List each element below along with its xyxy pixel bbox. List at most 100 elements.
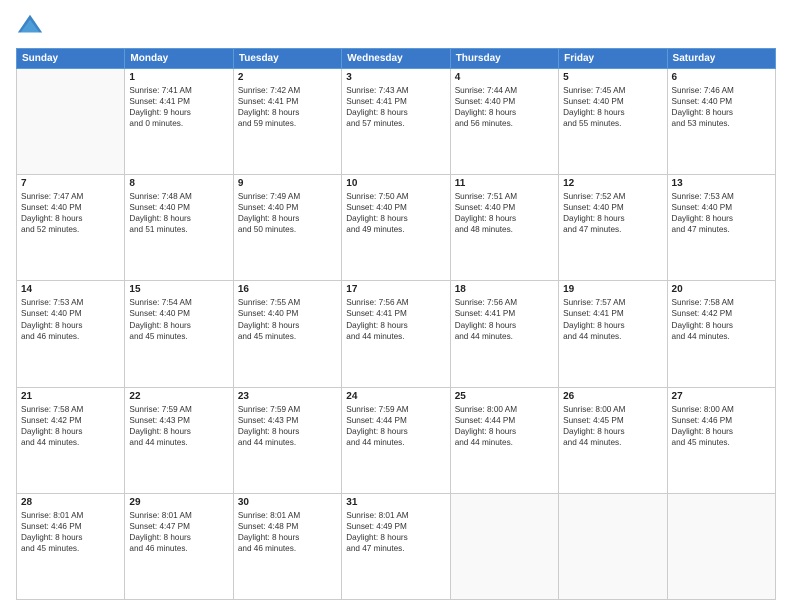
day-info: Sunrise: 8:01 AMSunset: 4:46 PMDaylight:… xyxy=(21,510,120,554)
day-number: 31 xyxy=(346,497,445,508)
day-number: 14 xyxy=(21,284,120,295)
day-info: Sunrise: 8:00 AMSunset: 4:45 PMDaylight:… xyxy=(563,404,662,448)
day-cell: 3Sunrise: 7:43 AMSunset: 4:41 PMDaylight… xyxy=(342,69,450,175)
day-cell: 7 Sunrise: 7:47 AMSunset: 4:40 PMDaylight… xyxy=(17,175,125,281)
day-info: Sunrise: 8:01 AMSunset: 4:47 PMDaylight:… xyxy=(129,510,228,554)
header-thursday: Thursday xyxy=(450,49,558,69)
day-number: 7 xyxy=(21,178,120,189)
day-number: 19 xyxy=(563,284,662,295)
day-info: Sunrise: 8:00 AMSunset: 4:44 PMDaylight:… xyxy=(455,404,554,448)
header xyxy=(16,12,776,40)
week-row-1: 7 Sunrise: 7:47 AMSunset: 4:40 PMDaylight… xyxy=(17,175,776,281)
day-number: 22 xyxy=(129,391,228,402)
day-number: 21 xyxy=(21,391,120,402)
day-cell: 21 Sunrise: 7:58 AMSunset: 4:42 PMDayligh… xyxy=(17,387,125,493)
day-info: Sunrise: 7:51 AMSunset: 4:40 PMDaylight:… xyxy=(455,191,554,235)
header-sunday: Sunday xyxy=(17,49,125,69)
day-info: Sunrise: 7:42 AMSunset: 4:41 PMDaylight:… xyxy=(238,85,337,129)
day-info: Sunrise: 7:58 AMSunset: 4:42 PMDaylight:… xyxy=(21,404,120,448)
day-info: Sunrise: 7:57 AMSunset: 4:41 PMDaylight:… xyxy=(563,297,662,341)
day-info: Sunrise: 7:47 AMSunset: 4:40 PMDaylight:… xyxy=(21,191,120,235)
day-cell: 1 Sunrise: 7:41 AMSunset: 4:41 PMDaylight… xyxy=(125,69,233,175)
day-cell: 8Sunrise: 7:48 AMSunset: 4:40 PMDaylight… xyxy=(125,175,233,281)
day-cell: 11 Sunrise: 7:51 AMSunset: 4:40 PMDayligh… xyxy=(450,175,558,281)
day-info: Sunrise: 7:53 AMSunset: 4:40 PMDaylight:… xyxy=(672,191,771,235)
header-saturday: Saturday xyxy=(667,49,775,69)
day-cell: 20Sunrise: 7:58 AMSunset: 4:42 PMDayligh… xyxy=(667,281,775,387)
day-info: Sunrise: 7:46 AMSunset: 4:40 PMDaylight:… xyxy=(672,85,771,129)
day-cell: 23Sunrise: 7:59 AMSunset: 4:43 PMDayligh… xyxy=(233,387,341,493)
day-cell: 14 Sunrise: 7:53 AMSunset: 4:40 PMDayligh… xyxy=(17,281,125,387)
calendar-table: SundayMondayTuesdayWednesdayThursdayFrid… xyxy=(16,48,776,600)
day-cell: 6 Sunrise: 7:46 AMSunset: 4:40 PMDaylight… xyxy=(667,69,775,175)
day-number: 29 xyxy=(129,497,228,508)
day-cell: 2 Sunrise: 7:42 AMSunset: 4:41 PMDaylight… xyxy=(233,69,341,175)
calendar-header-row: SundayMondayTuesdayWednesdayThursdayFrid… xyxy=(17,49,776,69)
day-number: 1 xyxy=(129,72,228,83)
week-row-4: 28 Sunrise: 8:01 AMSunset: 4:46 PMDayligh… xyxy=(17,493,776,599)
day-info: Sunrise: 7:49 AMSunset: 4:40 PMDaylight:… xyxy=(238,191,337,235)
day-cell: 9Sunrise: 7:49 AMSunset: 4:40 PMDaylight… xyxy=(233,175,341,281)
day-number: 26 xyxy=(563,391,662,402)
day-cell xyxy=(667,493,775,599)
day-cell xyxy=(17,69,125,175)
day-cell: 5 Sunrise: 7:45 AMSunset: 4:40 PMDaylight… xyxy=(559,69,667,175)
day-info: Sunrise: 7:52 AMSunset: 4:40 PMDaylight:… xyxy=(563,191,662,235)
day-number: 11 xyxy=(455,178,554,189)
day-number: 18 xyxy=(455,284,554,295)
day-cell: 22 Sunrise: 7:59 AMSunset: 4:43 PMDayligh… xyxy=(125,387,233,493)
day-number: 24 xyxy=(346,391,445,402)
day-cell: 28 Sunrise: 8:01 AMSunset: 4:46 PMDayligh… xyxy=(17,493,125,599)
day-number: 5 xyxy=(563,72,662,83)
day-number: 12 xyxy=(563,178,662,189)
day-info: Sunrise: 7:56 AMSunset: 4:41 PMDaylight:… xyxy=(346,297,445,341)
day-cell: 29 Sunrise: 8:01 AMSunset: 4:47 PMDayligh… xyxy=(125,493,233,599)
day-cell: 19 Sunrise: 7:57 AMSunset: 4:41 PMDayligh… xyxy=(559,281,667,387)
header-wednesday: Wednesday xyxy=(342,49,450,69)
day-info: Sunrise: 7:44 AMSunset: 4:40 PMDaylight:… xyxy=(455,85,554,129)
day-cell: 16Sunrise: 7:55 AMSunset: 4:40 PMDayligh… xyxy=(233,281,341,387)
day-info: Sunrise: 7:59 AMSunset: 4:44 PMDaylight:… xyxy=(346,404,445,448)
page: SundayMondayTuesdayWednesdayThursdayFrid… xyxy=(0,0,792,612)
day-info: Sunrise: 7:41 AMSunset: 4:41 PMDaylight:… xyxy=(129,85,228,129)
header-monday: Monday xyxy=(125,49,233,69)
day-cell: 24 Sunrise: 7:59 AMSunset: 4:44 PMDayligh… xyxy=(342,387,450,493)
day-cell: 4 Sunrise: 7:44 AMSunset: 4:40 PMDaylight… xyxy=(450,69,558,175)
week-row-2: 14 Sunrise: 7:53 AMSunset: 4:40 PMDayligh… xyxy=(17,281,776,387)
day-number: 6 xyxy=(672,72,771,83)
day-info: Sunrise: 8:01 AMSunset: 4:49 PMDaylight:… xyxy=(346,510,445,554)
day-info: Sunrise: 7:45 AMSunset: 4:40 PMDaylight:… xyxy=(563,85,662,129)
day-cell xyxy=(450,493,558,599)
day-number: 30 xyxy=(238,497,337,508)
day-number: 17 xyxy=(346,284,445,295)
day-info: Sunrise: 7:56 AMSunset: 4:41 PMDaylight:… xyxy=(455,297,554,341)
day-cell: 26 Sunrise: 8:00 AMSunset: 4:45 PMDayligh… xyxy=(559,387,667,493)
day-info: Sunrise: 7:50 AMSunset: 4:40 PMDaylight:… xyxy=(346,191,445,235)
day-cell: 25Sunrise: 8:00 AMSunset: 4:44 PMDayligh… xyxy=(450,387,558,493)
day-number: 27 xyxy=(672,391,771,402)
day-cell: 18 Sunrise: 7:56 AMSunset: 4:41 PMDayligh… xyxy=(450,281,558,387)
day-info: Sunrise: 8:00 AMSunset: 4:46 PMDaylight:… xyxy=(672,404,771,448)
day-info: Sunrise: 7:58 AMSunset: 4:42 PMDaylight:… xyxy=(672,297,771,341)
week-row-0: 1 Sunrise: 7:41 AMSunset: 4:41 PMDaylight… xyxy=(17,69,776,175)
day-cell: 27 Sunrise: 8:00 AMSunset: 4:46 PMDayligh… xyxy=(667,387,775,493)
logo-icon xyxy=(16,12,44,40)
day-number: 2 xyxy=(238,72,337,83)
day-cell: 13 Sunrise: 7:53 AMSunset: 4:40 PMDayligh… xyxy=(667,175,775,281)
day-cell: 31 Sunrise: 8:01 AMSunset: 4:49 PMDayligh… xyxy=(342,493,450,599)
day-number: 28 xyxy=(21,497,120,508)
day-number: 13 xyxy=(672,178,771,189)
day-info: Sunrise: 7:59 AMSunset: 4:43 PMDaylight:… xyxy=(238,404,337,448)
day-cell: 30Sunrise: 8:01 AMSunset: 4:48 PMDayligh… xyxy=(233,493,341,599)
day-info: Sunrise: 7:54 AMSunset: 4:40 PMDaylight:… xyxy=(129,297,228,341)
day-info: Sunrise: 7:59 AMSunset: 4:43 PMDaylight:… xyxy=(129,404,228,448)
header-friday: Friday xyxy=(559,49,667,69)
day-number: 4 xyxy=(455,72,554,83)
day-cell xyxy=(559,493,667,599)
day-cell: 10Sunrise: 7:50 AMSunset: 4:40 PMDayligh… xyxy=(342,175,450,281)
logo xyxy=(16,12,48,40)
week-row-3: 21 Sunrise: 7:58 AMSunset: 4:42 PMDayligh… xyxy=(17,387,776,493)
day-info: Sunrise: 7:53 AMSunset: 4:40 PMDaylight:… xyxy=(21,297,120,341)
day-info: Sunrise: 7:48 AMSunset: 4:40 PMDaylight:… xyxy=(129,191,228,235)
day-info: Sunrise: 7:43 AMSunset: 4:41 PMDaylight:… xyxy=(346,85,445,129)
